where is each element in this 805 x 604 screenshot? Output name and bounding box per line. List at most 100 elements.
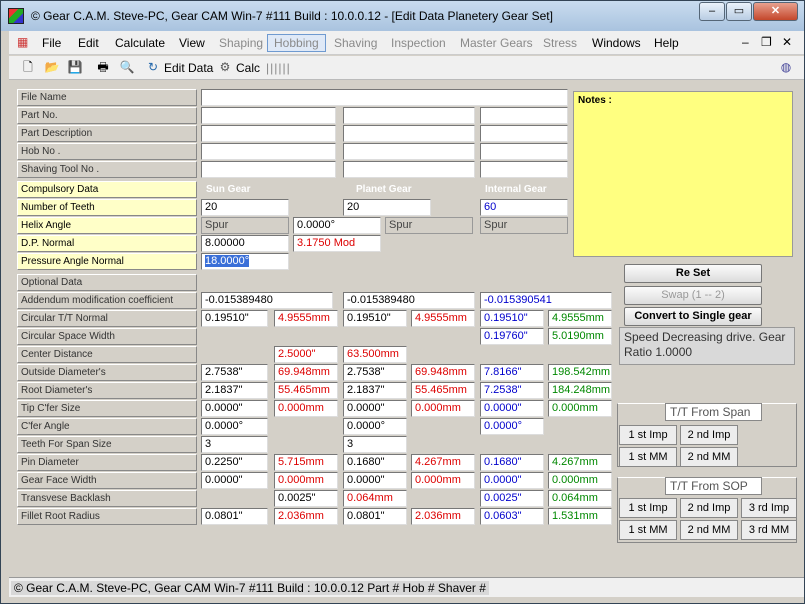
row-value-field[interactable]: 0.000mm [274,400,338,417]
row-value-field[interactable]: 0.0801" [343,508,407,525]
row-value-field[interactable]: 198.542mm [548,364,612,381]
reset-button[interactable]: Re Set [624,264,762,283]
teeth-planet-input[interactable]: 20 [343,199,431,216]
row-value-field[interactable]: 2.7538" [343,364,407,381]
open-folder-icon[interactable]: 📂 [43,59,61,75]
row-value-field[interactable]: 0.19510" [201,310,268,327]
part-no-internal-input[interactable] [480,107,568,124]
maximize-button[interactable]: ▭ [726,2,752,21]
row-value-field[interactable]: 0.0000° [201,418,268,435]
row-value-field[interactable]: 0.0603" [480,508,544,525]
close-button[interactable]: ✕ [753,2,798,21]
row-value-field[interactable]: 0.1680" [343,454,407,471]
row-value-field[interactable]: 0.064mm [548,490,612,507]
row-value-field[interactable]: 0.000mm [411,400,475,417]
new-file-icon[interactable]: 🗋 [19,59,37,75]
sop-2nd-imp-button[interactable]: 2 nd Imp [680,498,738,518]
row-value-field[interactable]: 0.000mm [274,472,338,489]
row-value-field[interactable]: 0.0000" [480,472,544,489]
file-name-input[interactable] [201,89,568,106]
row-value-field[interactable]: 0.0801" [201,508,268,525]
helix-angle-input[interactable]: 0.0000° [293,217,381,234]
part-desc-planet-input[interactable] [343,125,475,142]
row-value-field[interactable]: 0.0000° [343,418,407,435]
menu-calculate[interactable]: Calculate [115,36,165,50]
row-value-field[interactable]: 69.948mm [274,364,338,381]
row-value-field[interactable]: 2.1837" [201,382,268,399]
row-value-field[interactable]: -0.015389480 [201,292,333,309]
span-2nd-imp-button[interactable]: 2 nd Imp [680,425,738,445]
sop-1st-mm-button[interactable]: 1 st MM [619,520,677,540]
part-no-sun-input[interactable] [201,107,336,124]
help-globe-icon[interactable]: ◍ [777,59,795,75]
hob-no-internal-input[interactable] [480,143,568,160]
menu-shaving[interactable]: Shaving [334,36,377,50]
row-value-field[interactable]: 0.0000" [480,400,544,417]
row-value-field[interactable]: 0.000mm [411,472,475,489]
row-value-field[interactable]: 0.19760" [480,328,544,345]
dp-normal-input[interactable]: 8.00000 [201,235,289,252]
mdi-doc-icon[interactable]: ▦ [17,35,28,49]
menu-inspection[interactable]: Inspection [391,36,446,50]
row-value-field[interactable]: 0.19510" [343,310,407,327]
row-value-field[interactable]: 0.0000" [343,400,407,417]
row-value-field[interactable]: -0.015390541 [480,292,612,309]
menu-view[interactable]: View [179,36,205,50]
minimize-button[interactable]: – [699,2,725,21]
swap-button[interactable]: Swap (1 -- 2) [624,286,762,305]
part-desc-sun-input[interactable] [201,125,336,142]
shaving-internal-input[interactable] [480,161,568,178]
row-value-field[interactable]: 2.1837" [343,382,407,399]
row-value-field[interactable]: 2.036mm [411,508,475,525]
sop-1st-imp-button[interactable]: 1 st Imp [619,498,677,518]
span-1st-imp-button[interactable]: 1 st Imp [619,425,677,445]
row-value-field[interactable]: 3 [343,436,407,453]
app-icon[interactable] [8,8,24,24]
row-value-field[interactable]: 2.7538" [201,364,268,381]
menu-help[interactable]: Help [654,36,679,50]
menu-edit[interactable]: Edit [78,36,99,50]
mdi-close-icon[interactable]: ✕ [782,35,792,49]
row-value-field[interactable]: 0.0000" [201,472,268,489]
row-value-field[interactable]: 0.064mm [343,490,407,507]
print-preview-icon[interactable]: 🔍 [118,59,136,75]
calc-gear-icon[interactable]: ⚙ [216,59,234,75]
row-value-field[interactable]: 0.0025" [480,490,544,507]
pressure-angle-input[interactable]: 18.0000° [201,253,289,270]
row-value-field[interactable]: 0.2250" [201,454,268,471]
span-2nd-mm-button[interactable]: 2 nd MM [680,447,738,467]
menu-windows[interactable]: Windows [592,36,641,50]
row-value-field[interactable]: 55.465mm [274,382,338,399]
row-value-field[interactable]: 0.0000° [480,418,544,435]
hob-no-planet-input[interactable] [343,143,475,160]
shaving-sun-input[interactable] [201,161,336,178]
sop-2nd-mm-button[interactable]: 2 nd MM [680,520,738,540]
menu-hobbing[interactable]: Hobbing [267,34,326,52]
row-value-field[interactable]: 3 [201,436,268,453]
shaving-planet-input[interactable] [343,161,475,178]
print-icon[interactable]: 🖶 [94,59,112,75]
row-value-field[interactable]: 4.267mm [548,454,612,471]
row-value-field[interactable]: 0.1680" [480,454,544,471]
edit-data-button[interactable]: Edit Data [164,61,213,75]
row-value-field[interactable]: 63.500mm [343,346,407,363]
save-icon[interactable]: 💾 [66,59,84,75]
teeth-internal-input[interactable]: 60 [480,199,568,216]
notes-box[interactable]: Notes : [573,91,793,257]
edit-data-icon[interactable]: ↻ [144,59,162,75]
row-value-field[interactable]: 0.000mm [548,472,612,489]
hob-no-sun-input[interactable] [201,143,336,160]
row-value-field[interactable]: 55.465mm [411,382,475,399]
convert-single-gear-button[interactable]: Convert to Single gear [624,307,762,326]
row-value-field[interactable]: 7.2538" [480,382,544,399]
sop-3rd-imp-button[interactable]: 3 rd Imp [741,498,797,518]
row-value-field[interactable]: -0.015389480 [343,292,475,309]
part-no-planet-input[interactable] [343,107,475,124]
mdi-restore-icon[interactable]: ❐ [761,35,772,49]
row-value-field[interactable]: 2.036mm [274,508,338,525]
menu-master-gears[interactable]: Master Gears [460,36,533,50]
sop-3rd-mm-button[interactable]: 3 rd MM [741,520,797,540]
row-value-field[interactable]: 0.0000" [201,400,268,417]
row-value-field[interactable]: 0.0025" [274,490,338,507]
row-value-field[interactable]: 2.5000" [274,346,338,363]
